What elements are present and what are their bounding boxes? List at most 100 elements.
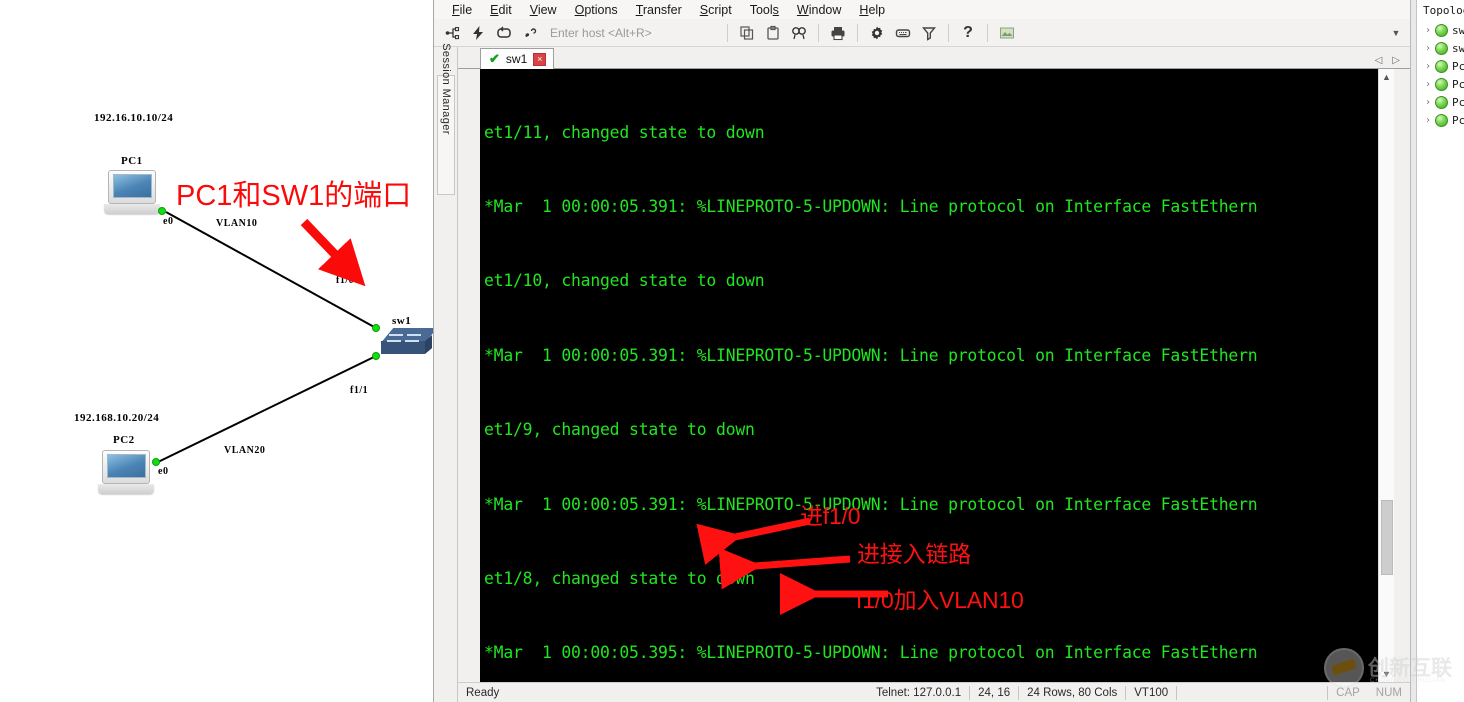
status-ready: Ready: [466, 686, 500, 699]
chevron-right-icon[interactable]: ›: [1425, 97, 1431, 108]
session-manager-label: Session Manager: [439, 43, 452, 135]
securecrt-window: FFileile Edit View Options Transfer Scri…: [433, 0, 1410, 702]
terminal-line: *Mar 1 00:00:05.395: %LINEPROTO-5-UPDOWN…: [484, 643, 1258, 663]
terminal-annotation-1: 进f1/0: [800, 503, 861, 529]
close-icon[interactable]: ×: [533, 52, 547, 66]
menu-item-script[interactable]: Script: [700, 3, 732, 17]
keymap-icon[interactable]: [891, 21, 915, 45]
terminal-line: et1/10, changed state to down: [484, 271, 765, 291]
menu-item-file[interactable]: FFileile: [452, 3, 472, 17]
chevron-right-icon[interactable]: ›: [1425, 25, 1431, 36]
terminal-wrapper: et1/11, changed state to down *Mar 1 00:…: [458, 69, 1410, 682]
tab-sw1[interactable]: ✔ sw1 ×: [480, 48, 555, 69]
menu-item-transfer[interactable]: Transfer: [636, 3, 682, 17]
status-caps-indicator: CAP: [1336, 686, 1360, 699]
session-manager-rail[interactable]: Session Manager: [434, 43, 458, 702]
topology-panel-title: Topology: [1423, 4, 1464, 17]
terminal-right-gutter: [1394, 69, 1410, 682]
terminal-annotation-3: f1/0加入VLAN10: [856, 587, 1024, 613]
toolbar-separator-2: [818, 23, 819, 42]
reconnect-icon[interactable]: [492, 21, 516, 45]
topology-canvas[interactable]: 192.16.10.10/24 PC1 e0 VLAN10 192.168.10…: [0, 0, 433, 702]
scrollbar-track[interactable]: [1379, 85, 1394, 666]
terminal-line: *Mar 1 00:00:05.391: %LINEPROTO-5-UPDOWN…: [484, 345, 1258, 365]
toolbar-separator-5: [987, 23, 988, 42]
host-input[interactable]: Enter host <Alt+R>: [544, 23, 720, 43]
topology-panel: Topology › sw › sw › Pc › Pc › Pc ›: [1410, 0, 1464, 702]
find-icon[interactable]: [787, 21, 811, 45]
crt-body: Session Manager ✔ sw1 × ◁ ▷ et1/11, chan…: [434, 43, 1410, 702]
chevron-right-icon[interactable]: ›: [1425, 115, 1431, 126]
menu-item-window[interactable]: Window: [797, 3, 841, 17]
toolbar-separator-1: [727, 23, 728, 42]
tree-item-label: Pc: [1452, 95, 1464, 109]
tab-navigation: ◁ ▷: [1375, 55, 1410, 68]
tree-item[interactable]: › Pc: [1411, 93, 1464, 111]
toolbar-separator-4: [948, 23, 949, 42]
menu-item-edit[interactable]: Edit: [490, 3, 512, 17]
menu-bar: FFileile Edit View Options Transfer Scri…: [434, 0, 1410, 19]
gear-icon[interactable]: [865, 21, 889, 45]
tree-item-label: sw: [1452, 23, 1464, 37]
connect-icon[interactable]: [440, 21, 464, 45]
topology-annotation-arrow: [300, 218, 366, 287]
toolbar: Enter host <Alt+R> ? ▼: [434, 19, 1410, 47]
status-cursor-position: 24, 16: [978, 686, 1011, 699]
tree-item[interactable]: › Pc: [1411, 75, 1464, 93]
tree-item[interactable]: › Pc: [1411, 111, 1464, 129]
copy-icon[interactable]: [735, 21, 759, 45]
tree-item[interactable]: › Pc: [1411, 57, 1464, 75]
terminal-annotation-2: 进接入链路: [857, 541, 972, 567]
scrollbar-thumb[interactable]: [1381, 500, 1393, 575]
terminal-line: et1/9, changed state to down: [484, 420, 755, 440]
status-terminal-size: 24 Rows, 80 Cols: [1027, 686, 1118, 699]
scroll-down-icon[interactable]: ▼: [1379, 666, 1395, 682]
terminal-vertical-scrollbar[interactable]: ▲ ▼: [1378, 69, 1394, 682]
paste-icon[interactable]: [761, 21, 785, 45]
toolbar-separator-3: [857, 23, 858, 42]
status-connection: Telnet: 127.0.0.1: [876, 686, 962, 699]
status-led-icon: [1435, 59, 1449, 73]
status-bar: Ready Telnet: 127.0.0.1 24, 16 24 Rows, …: [458, 682, 1410, 702]
help-icon[interactable]: ?: [956, 21, 980, 45]
tab-label: sw1: [505, 52, 528, 66]
status-led-icon: [1435, 113, 1449, 127]
topology-panel-edge: [1411, 0, 1417, 702]
status-blank-cell: [1177, 683, 1327, 702]
quick-connect-icon[interactable]: [466, 21, 490, 45]
status-led-icon: [1435, 95, 1449, 109]
tab-prev-icon[interactable]: ◁: [1375, 55, 1383, 66]
terminal-output[interactable]: et1/11, changed state to down *Mar 1 00:…: [480, 69, 1378, 682]
status-num-indicator: NUM: [1375, 686, 1402, 699]
chevron-right-icon[interactable]: ›: [1425, 79, 1431, 90]
menu-item-view[interactable]: View: [530, 3, 557, 17]
tree-item-label: Pc: [1452, 113, 1464, 127]
status-led-icon: [1435, 77, 1449, 91]
terminal-line: et1/11, changed state to down: [484, 122, 765, 142]
tab-connected-check-icon: ✔: [489, 51, 500, 66]
chevron-right-icon[interactable]: ›: [1425, 43, 1431, 54]
tree-item[interactable]: › sw: [1411, 39, 1464, 57]
connect-sftp-icon[interactable]: [518, 21, 542, 45]
menu-item-tools[interactable]: Tools: [750, 3, 779, 17]
image-icon[interactable]: [995, 21, 1019, 45]
tree-item-label: Pc: [1452, 59, 1464, 73]
terminal-line: *Mar 1 00:00:05.391: %LINEPROTO-5-UPDOWN…: [484, 196, 1258, 216]
terminal-line: *Mar 1 00:00:05.391: %LINEPROTO-5-UPDOWN…: [484, 494, 1258, 514]
tree-item[interactable]: › sw: [1411, 21, 1464, 39]
toolbar-overflow-chevron-icon[interactable]: ▼: [1388, 28, 1404, 38]
menu-item-options[interactable]: Options: [575, 3, 618, 17]
tab-strip: ✔ sw1 × ◁ ▷: [458, 47, 1410, 69]
tab-next-icon[interactable]: ▷: [1392, 55, 1400, 66]
menu-item-help[interactable]: Help: [859, 3, 885, 17]
status-led-icon: [1435, 41, 1449, 55]
chevron-right-icon[interactable]: ›: [1425, 61, 1431, 72]
tree-item-label: sw: [1452, 41, 1464, 55]
tree-item-label: Pc: [1452, 77, 1464, 91]
filter-icon[interactable]: [917, 21, 941, 45]
status-emulation: VT100: [1134, 686, 1169, 699]
scroll-up-icon[interactable]: ▲: [1379, 69, 1395, 85]
status-led-icon: [1435, 23, 1449, 37]
print-icon[interactable]: [826, 21, 850, 45]
crt-main-area: ✔ sw1 × ◁ ▷ et1/11, changed state to dow…: [458, 47, 1410, 702]
